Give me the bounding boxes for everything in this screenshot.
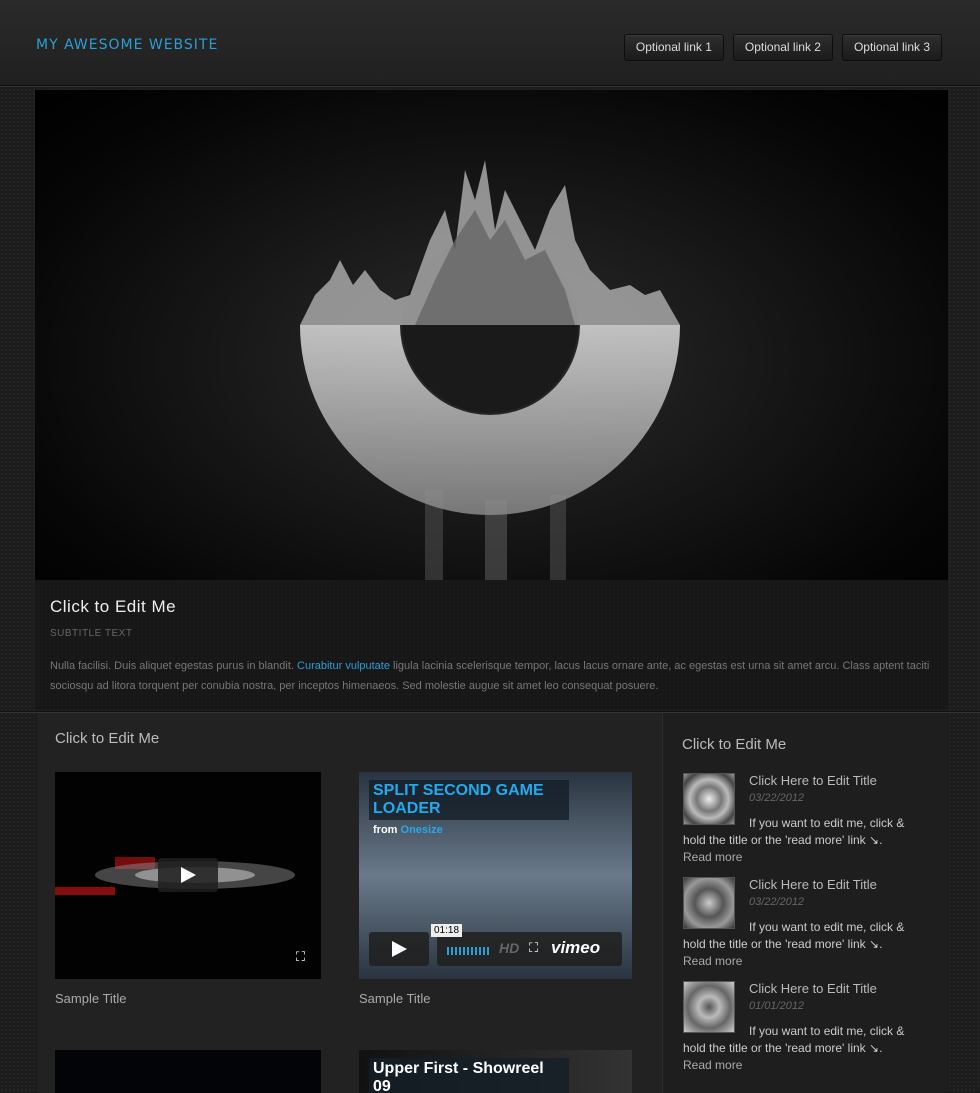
video-2-play-button[interactable] <box>369 932 429 966</box>
sidebar-title[interactable]: Click to Edit Me <box>682 736 786 753</box>
post-2-text: If you want to edit me, click & hold the… <box>683 920 905 951</box>
post-3-date: 01/01/2012 <box>749 1000 805 1012</box>
sidebar: Click to Edit Me Click Here to Edit Titl… <box>662 713 948 1093</box>
hero-subtitle: SUBTITLE TEXT <box>50 628 133 639</box>
nav-link-2[interactable]: Optional link 2 <box>732 34 833 61</box>
post-2-title[interactable]: Click Here to Edit Title <box>749 877 877 892</box>
hero-caption: Click to Edit Me SUBTITLE TEXT Nulla fac… <box>35 580 948 710</box>
post-1-text: If you want to edit me, click & hold the… <box>683 816 905 847</box>
hero-image <box>35 90 948 580</box>
video-2-title: Sample Title <box>359 991 431 1006</box>
sidebar-post-1: Click Here to Edit Title 03/22/2012 If y… <box>683 773 923 873</box>
video-2-controls: 01:18 HD ⛶ vimeo <box>431 924 622 966</box>
video-4-overlay-title: Upper First - Showreel 09 <box>369 1058 569 1093</box>
video-2-time: 01:18 <box>431 924 463 937</box>
video-2-from-name[interactable]: Onesize <box>401 824 443 836</box>
main-section-title[interactable]: Click to Edit Me <box>55 730 159 747</box>
post-3-read-more[interactable]: Read more <box>683 1058 742 1072</box>
post-1-date: 03/22/2012 <box>749 792 805 804</box>
nav-link-1[interactable]: Optional link 1 <box>623 34 724 61</box>
video-1-title: Sample Title <box>55 991 127 1006</box>
post-1-title[interactable]: Click Here to Edit Title <box>749 773 877 788</box>
video-player-3[interactable] <box>55 1050 321 1093</box>
post-1-read-more[interactable]: Read more <box>683 850 742 864</box>
video-2-overlay-title: SPLIT SECOND GAME LOADER <box>369 780 569 820</box>
nav-link-3[interactable]: Optional link 3 <box>841 34 942 61</box>
video-2-progress[interactable] <box>447 947 491 955</box>
hero-body-text-1: Nulla facilisi. Duis aliquet egestas pur… <box>50 660 298 672</box>
video-1-play-button[interactable] <box>158 858 218 892</box>
video-player-4[interactable]: Upper First - Showreel 09 <box>359 1050 632 1093</box>
main-content: Click to Edit Me ⛶ Sample Title SPLIT SE… <box>37 713 662 1093</box>
hero-body-link[interactable]: Curabitur vulputate <box>297 660 390 672</box>
video-player-2[interactable]: SPLIT SECOND GAME LOADER from Onesize 01… <box>359 772 632 979</box>
video-player-1[interactable]: ⛶ <box>55 772 321 979</box>
sidebar-post-2: Click Here to Edit Title 03/22/2012 If y… <box>683 877 923 977</box>
post-2-read-more[interactable]: Read more <box>683 954 742 968</box>
video-2-from: from Onesize <box>373 824 443 836</box>
site-title[interactable]: MY AWESOME WEBSITE <box>36 37 218 53</box>
fullscreen-icon[interactable]: ⛶ <box>296 949 305 965</box>
video-2-from-label: from <box>373 824 398 836</box>
sidebar-post-3: Click Here to Edit Title 01/01/2012 If y… <box>683 981 923 1081</box>
hero-title[interactable]: Click to Edit Me <box>50 597 176 617</box>
vimeo-logo[interactable]: vimeo <box>551 938 600 958</box>
hero-body: Nulla facilisi. Duis aliquet egestas pur… <box>50 656 930 696</box>
post-3-text: If you want to edit me, click & hold the… <box>683 1024 905 1055</box>
post-2-date: 03/22/2012 <box>749 896 805 908</box>
hero-artwork <box>300 160 680 580</box>
fullscreen-icon-2[interactable]: ⛶ <box>529 940 538 956</box>
top-nav: Optional link 1 Optional link 2 Optional… <box>623 34 942 61</box>
post-3-title[interactable]: Click Here to Edit Title <box>749 981 877 996</box>
site-header: MY AWESOME WEBSITE Optional link 1 Optio… <box>0 0 980 86</box>
hd-icon[interactable]: HD <box>499 940 519 956</box>
